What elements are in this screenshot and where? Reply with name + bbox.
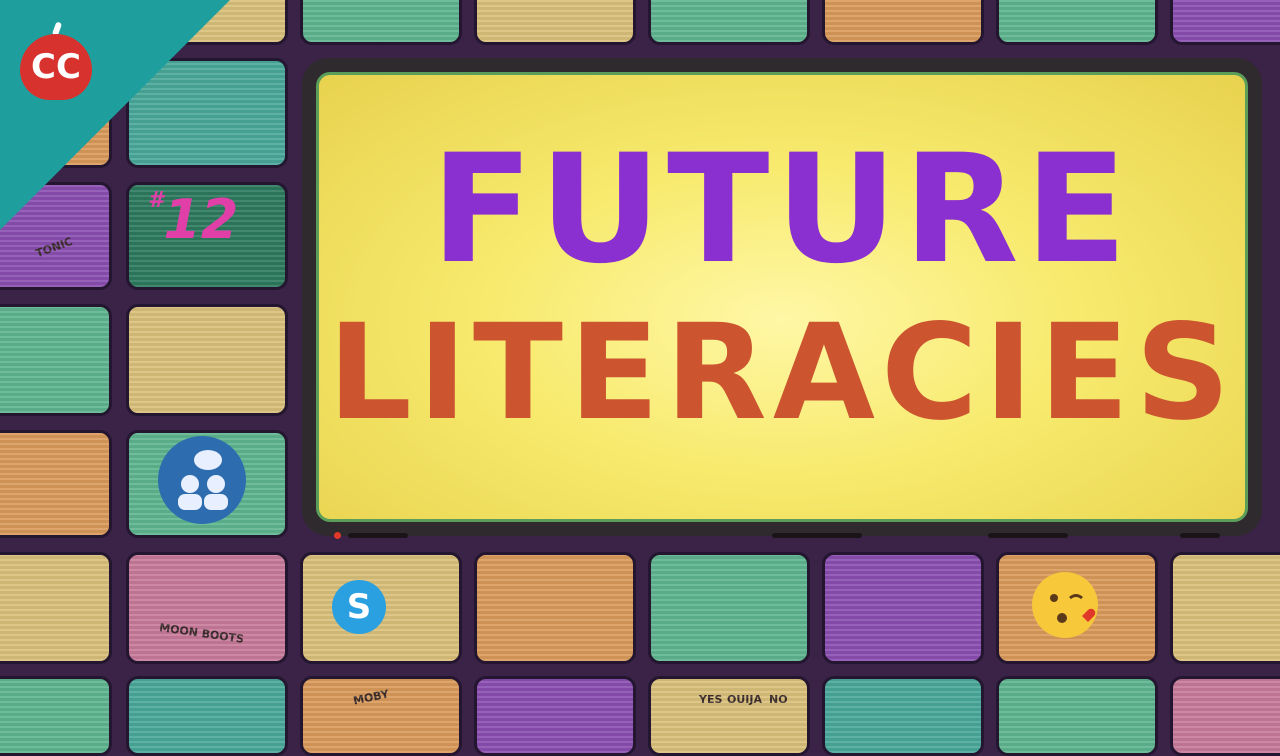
skype-icon: S	[332, 580, 386, 634]
tile-row2-4	[474, 676, 636, 756]
tile-moby: MOBY	[300, 676, 462, 756]
moby-label: MOBY	[352, 687, 391, 708]
main-screen: FUTURE LITERACIES	[302, 58, 1262, 536]
tile-typewriter	[474, 552, 636, 664]
screen-display: FUTURE LITERACIES	[316, 72, 1248, 522]
kissing-emoji-icon	[1032, 572, 1098, 638]
tile-top-3	[474, 0, 636, 45]
tile-row2-6	[822, 676, 984, 756]
crash-course-logo: CC	[20, 34, 92, 100]
ouija-word-label: OUIJA	[727, 693, 762, 706]
title-line-2: LITERACIES	[327, 296, 1237, 450]
screen-slot-1	[348, 533, 408, 538]
corner-badge	[0, 0, 230, 230]
tile-mark-twain	[822, 552, 984, 664]
tile-left-4	[0, 430, 112, 538]
screen-slot-3	[988, 533, 1068, 538]
power-led-icon	[334, 532, 341, 539]
screen-slot-4	[1180, 533, 1220, 538]
ouija-no-label: NO	[769, 693, 788, 706]
tile-top-7	[1170, 0, 1280, 45]
tile-ouija: YES OUIJA NO	[648, 676, 810, 756]
tile-row2-8	[1170, 676, 1280, 756]
tile-cake	[648, 552, 810, 664]
tonic-label: TONIC	[33, 234, 75, 261]
tile-bottom-8	[1170, 552, 1280, 664]
tile-moon-boots: MOON BOOTS	[126, 552, 288, 664]
tile-left-3	[0, 304, 112, 416]
title-line-1: FUTURE	[430, 123, 1134, 297]
tile-blank	[126, 304, 288, 416]
moon-boots-label: MOON BOOTS	[158, 621, 245, 646]
tile-top-6	[996, 0, 1158, 45]
tile-row2-1	[0, 676, 112, 756]
screen-slot-2	[772, 533, 862, 538]
tile-row2-7	[996, 676, 1158, 756]
tile-top-2	[300, 0, 462, 45]
tile-bottom-1	[0, 552, 112, 664]
tile-top-5	[822, 0, 984, 45]
chat-people-icon	[158, 436, 246, 524]
ouija-yes-label: YES	[699, 693, 723, 706]
tile-top-4	[648, 0, 810, 45]
tile-row2-2	[126, 676, 288, 756]
